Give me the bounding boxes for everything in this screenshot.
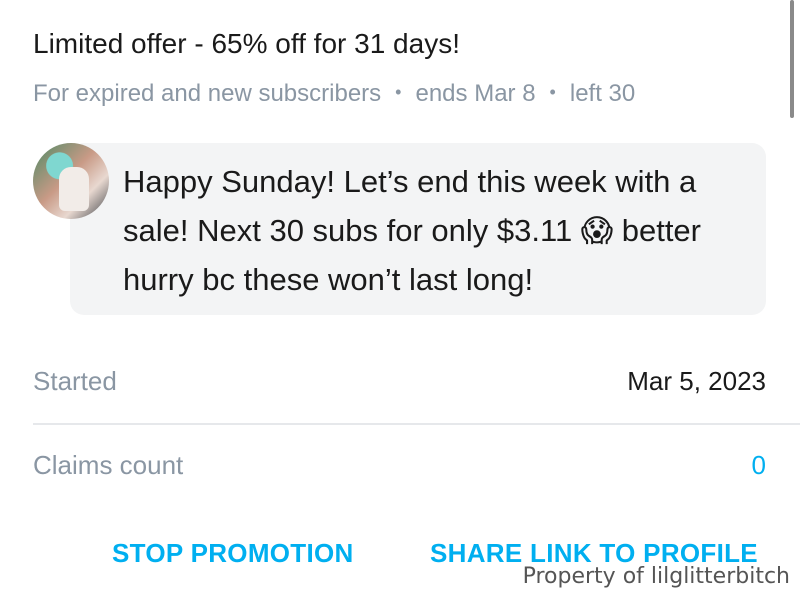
offer-left: left 30 bbox=[569, 80, 636, 107]
offer-meta: For expired and new subscribers • ends Mar… bbox=[33, 80, 635, 108]
started-value: Mar 5, 2023 bbox=[627, 366, 766, 396]
divider bbox=[33, 423, 800, 425]
offer-title: Limited offer - 65% off for 31 days! bbox=[33, 28, 460, 59]
started-label: Started bbox=[33, 366, 117, 396]
avatar-figure bbox=[59, 167, 89, 211]
message-text: Happy Sunday! Let’s end this week with a… bbox=[123, 164, 701, 297]
scrollbar[interactable] bbox=[790, 0, 794, 118]
claims-value[interactable]: 0 bbox=[752, 450, 766, 481]
separator-dot: • bbox=[395, 82, 402, 102]
offer-ends: ends Mar 8 bbox=[415, 80, 536, 107]
offer-audience: For expired and new subscribers bbox=[33, 80, 382, 107]
separator-dot: • bbox=[549, 82, 556, 102]
stop-promotion-button[interactable]: STOP PROMOTION bbox=[112, 538, 354, 569]
avatar[interactable] bbox=[33, 143, 109, 219]
claims-label: Claims count bbox=[33, 450, 184, 480]
watermark: Property of lilglitterbitch bbox=[522, 564, 790, 589]
